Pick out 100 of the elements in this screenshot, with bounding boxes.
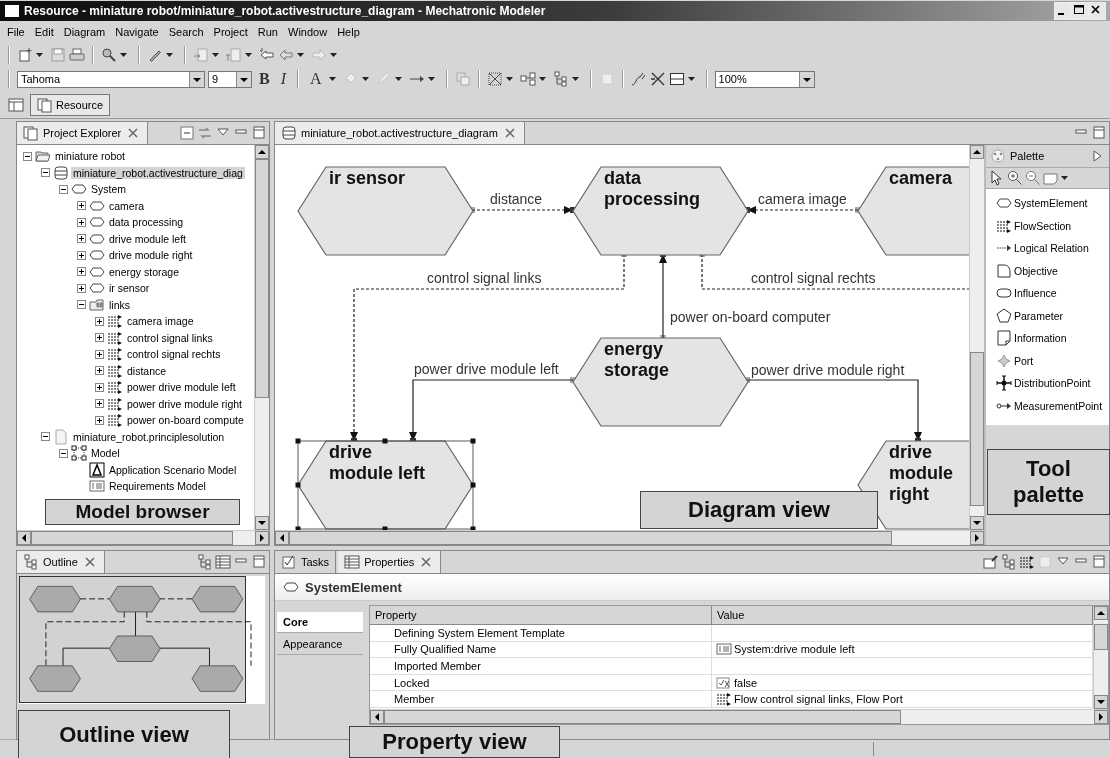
dotted-square-icon[interactable] bbox=[486, 71, 503, 87]
tree-item[interactable]: Requirements Model bbox=[107, 480, 208, 493]
flow-lines-icon[interactable] bbox=[1019, 554, 1035, 570]
scroll-right-icon[interactable] bbox=[970, 531, 984, 545]
plus-box-icon[interactable] bbox=[95, 366, 104, 376]
plus-box-icon[interactable] bbox=[77, 234, 86, 244]
curve-icon[interactable] bbox=[630, 71, 647, 87]
view-tab[interactable]: Outline bbox=[17, 551, 105, 573]
scroll-right-icon[interactable] bbox=[1094, 710, 1108, 724]
system-element-shape[interactable] bbox=[572, 166, 749, 256]
scroll-up-icon[interactable] bbox=[970, 145, 984, 159]
palette-tool[interactable]: Logical Relation bbox=[986, 237, 1109, 260]
tree-item[interactable]: camera image bbox=[125, 315, 196, 328]
menu-item[interactable]: File bbox=[2, 26, 30, 38]
tree-item[interactable]: power on-board compute bbox=[125, 414, 246, 427]
tree-item[interactable]: System bbox=[89, 183, 128, 196]
plus-box-icon[interactable] bbox=[77, 201, 86, 211]
system-element-shape[interactable] bbox=[297, 166, 474, 256]
perspective-button[interactable]: Resource bbox=[30, 93, 111, 116]
section-tab[interactable]: Core bbox=[277, 612, 363, 633]
bold-button[interactable]: B bbox=[255, 70, 274, 88]
plus-box-icon[interactable] bbox=[95, 415, 104, 425]
menu-item[interactable]: Help bbox=[332, 26, 365, 38]
minus-box-icon[interactable] bbox=[59, 184, 68, 194]
magnifier-icon[interactable] bbox=[101, 47, 117, 63]
plus-box-icon[interactable] bbox=[95, 316, 104, 326]
tree-item[interactable]: links bbox=[107, 298, 132, 311]
scroll-up-icon[interactable] bbox=[1094, 606, 1108, 620]
tree-item[interactable]: data processing bbox=[107, 216, 186, 229]
tree-item[interactable]: control signal links bbox=[125, 331, 215, 344]
tree-icon[interactable] bbox=[197, 554, 213, 570]
scroll-up-icon[interactable] bbox=[255, 145, 269, 159]
maximize-icon[interactable] bbox=[251, 125, 267, 141]
menu-item[interactable]: Project bbox=[208, 26, 253, 38]
plus-box-icon[interactable] bbox=[95, 333, 104, 343]
view-tab[interactable]: Properties bbox=[338, 551, 442, 573]
minus-box-icon[interactable] bbox=[59, 448, 68, 458]
system-element-shape[interactable] bbox=[857, 166, 969, 256]
scroll-down-icon[interactable] bbox=[255, 516, 269, 530]
tree-item[interactable]: energy storage bbox=[107, 265, 182, 278]
tree-item[interactable]: miniature_robot.principlesolution bbox=[71, 430, 227, 443]
tree-item[interactable]: ir sensor bbox=[107, 282, 152, 295]
minus-box-icon[interactable] bbox=[77, 300, 86, 310]
tree-item[interactable]: drive module left bbox=[107, 232, 189, 245]
scrollbar-thumb[interactable] bbox=[255, 159, 269, 398]
star-arrow-icon[interactable] bbox=[259, 47, 275, 63]
view-tab[interactable]: Project Explorer bbox=[17, 122, 149, 144]
editor-tab[interactable]: miniature_robot.activestructure_diagram bbox=[275, 122, 525, 144]
tree-item[interactable]: miniature robot bbox=[53, 150, 128, 163]
printer-icon[interactable] bbox=[69, 47, 85, 63]
palette-tool[interactable]: Objective bbox=[986, 259, 1109, 282]
italic-button[interactable]: I bbox=[276, 70, 290, 88]
palette-tool[interactable]: SystemElement bbox=[986, 192, 1109, 215]
win-close-icon[interactable] bbox=[1089, 3, 1105, 19]
font-combo[interactable]: Tahoma bbox=[17, 70, 205, 88]
tree-item[interactable]: Model bbox=[89, 447, 122, 460]
collapse-all-icon[interactable] bbox=[179, 125, 195, 141]
zoom-out-icon[interactable] bbox=[1025, 170, 1041, 186]
tree-item[interactable]: miniature_robot.activestructure_diag bbox=[71, 166, 245, 179]
scrollbar-thumb[interactable] bbox=[384, 710, 901, 724]
scroll-right-icon[interactable] bbox=[255, 531, 269, 545]
column-header[interactable]: Value bbox=[712, 606, 1093, 625]
tree-item[interactable]: drive module right bbox=[107, 249, 195, 262]
column-header[interactable]: Property bbox=[370, 606, 712, 625]
scroll-left-icon[interactable] bbox=[370, 710, 384, 724]
minus-box-icon[interactable] bbox=[23, 151, 32, 161]
pin-note-icon[interactable] bbox=[983, 554, 999, 570]
palette-tool[interactable]: DistributionPoint bbox=[986, 372, 1109, 395]
palette-tool[interactable]: Port bbox=[986, 349, 1109, 372]
maximize-icon[interactable] bbox=[1091, 125, 1107, 141]
tree-item[interactable]: power drive module left bbox=[125, 381, 238, 394]
scroll-left-icon[interactable] bbox=[17, 531, 31, 545]
minus-box-icon[interactable] bbox=[41, 168, 50, 178]
maximize-icon[interactable] bbox=[251, 554, 267, 570]
tree-item[interactable]: camera bbox=[107, 199, 146, 212]
plus-box-icon[interactable] bbox=[77, 267, 86, 277]
plus-box-icon[interactable] bbox=[77, 283, 86, 293]
scrollbar-thumb[interactable] bbox=[289, 531, 892, 545]
win-max-icon[interactable] bbox=[1072, 3, 1088, 19]
menu-item[interactable]: Diagram bbox=[58, 26, 111, 38]
palette-tool[interactable]: MeasurementPoint bbox=[986, 394, 1109, 417]
zoom-in-icon[interactable] bbox=[1007, 170, 1023, 186]
zoom-combo[interactable]: 100% bbox=[714, 70, 815, 88]
tree-item[interactable]: power drive module right bbox=[125, 397, 244, 410]
menu-item[interactable]: Search bbox=[163, 26, 209, 38]
menu-item[interactable]: Edit bbox=[29, 26, 59, 38]
connected-squares-icon[interactable] bbox=[519, 71, 536, 87]
perspective-icon[interactable] bbox=[8, 96, 24, 113]
scrollbar-thumb[interactable] bbox=[1094, 624, 1108, 650]
palette-tool[interactable]: Information bbox=[986, 327, 1109, 350]
menu-item[interactable]: Navigate bbox=[110, 26, 164, 38]
scrollbar-thumb[interactable] bbox=[970, 351, 984, 506]
palette-tool[interactable]: FlowSection bbox=[986, 214, 1109, 237]
font-size-combo[interactable]: 9 bbox=[208, 70, 252, 88]
tree-item[interactable]: distance bbox=[125, 364, 169, 377]
maximize-icon[interactable] bbox=[1091, 554, 1107, 570]
palette-tool[interactable]: Parameter bbox=[986, 304, 1109, 327]
cross-lines-icon[interactable] bbox=[649, 71, 666, 87]
plus-box-icon[interactable] bbox=[95, 349, 104, 359]
plus-box-icon[interactable] bbox=[77, 250, 86, 260]
